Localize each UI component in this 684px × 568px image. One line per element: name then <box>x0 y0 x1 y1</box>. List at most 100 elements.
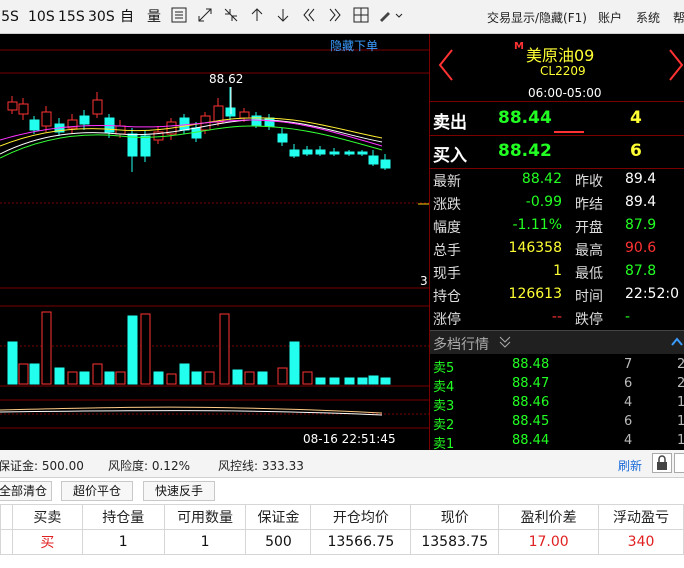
trade-panel: 保证金: 500.00 风险度: 0.12% 风控线: 333.33 刷新 全部… <box>0 450 684 568</box>
volume-bar <box>329 377 340 385</box>
col-header[interactable]: 盈利价差 <box>498 504 600 530</box>
buy-price[interactable]: 88.42 <box>498 141 552 161</box>
volume-bar <box>104 371 115 385</box>
arrow-up-icon[interactable] <box>248 7 266 27</box>
candle-body <box>7 101 18 111</box>
account-menu[interactable]: 账户 <box>598 9 622 26</box>
stat-label: 昨结 <box>575 197 603 213</box>
col-header[interactable]: 现价 <box>410 504 500 530</box>
volume-group <box>7 311 391 385</box>
prev-contract-icon[interactable] <box>436 48 456 82</box>
stat-label: 幅度 <box>433 220 461 236</box>
quick-reverse-button[interactable]: 快速反手 <box>143 481 215 501</box>
volume-bar <box>140 313 151 385</box>
col-header[interactable]: 浮动盈亏 <box>598 504 684 530</box>
divider <box>430 135 684 136</box>
depth-price: 88.45 <box>512 414 550 429</box>
stat-value: 22:52:0 <box>625 286 679 302</box>
divider <box>430 168 684 169</box>
close-all-button[interactable]: 全部清仓 <box>0 481 52 501</box>
shrink-icon[interactable] <box>222 7 240 27</box>
depth-qty: 4 <box>624 433 633 448</box>
candle-body <box>357 151 368 155</box>
candle-body <box>380 159 391 169</box>
col-header[interactable]: 可用数量 <box>163 504 247 530</box>
stat-value: 88.42 <box>521 171 562 187</box>
table-row[interactable]: 买 1 1 500 13566.75 13583.75 17.00 340 <box>0 529 684 555</box>
expand-icon[interactable] <box>196 7 214 27</box>
volume-bar <box>277 367 288 385</box>
help-menu[interactable]: 帮 <box>673 9 684 26</box>
next-contract-icon[interactable] <box>666 48 684 82</box>
indicator-line <box>0 406 383 414</box>
stat-value: -1.11% <box>512 217 562 233</box>
divider <box>430 101 684 102</box>
col-header[interactable]: 买卖 <box>11 504 83 530</box>
cell-current-price: 13583.75 <box>410 529 500 555</box>
chart-timestamp: 08-16 22:51:45 <box>303 432 396 446</box>
stat-value: -0.99 <box>525 194 562 210</box>
contract-code: CL2209 <box>540 64 586 78</box>
sell-price[interactable]: 88.44 <box>498 108 552 128</box>
scroll-right-icon[interactable] <box>326 7 344 27</box>
period-10s-button[interactable]: 10S <box>28 7 55 27</box>
hide-orders-link[interactable]: 隐藏下单 <box>330 37 378 54</box>
system-menu[interactable]: 系统 <box>636 9 660 26</box>
axis-mark-label: 3 <box>420 274 428 288</box>
candle-body <box>315 149 326 155</box>
stat-label: 跌停 <box>575 312 603 328</box>
stat-value: 87.9 <box>625 217 657 233</box>
stat-value: 87.8 <box>625 263 657 279</box>
table-header-row: 买卖 持仓量 可用数量 保证金 开仓均价 现价 盈利价差 浮动盈亏 <box>0 504 684 530</box>
sell-label: 卖出 <box>433 113 467 133</box>
period-30s-button[interactable]: 30S <box>88 7 115 27</box>
contract-name: 美原油09 <box>526 46 595 65</box>
candle-body <box>344 151 355 155</box>
stat-label: 最新 <box>433 174 461 190</box>
depth-qty: 7 <box>624 357 633 372</box>
stat-label: 涨停 <box>433 312 461 328</box>
volume-bar <box>179 363 190 385</box>
double-chevron-down-icon[interactable] <box>498 335 512 349</box>
settings-icon[interactable] <box>674 453 684 473</box>
draw-tool-icon[interactable] <box>376 7 406 27</box>
arrow-down-icon[interactable] <box>274 7 292 27</box>
depth-extra: 1 <box>677 433 684 448</box>
cell <box>0 529 13 555</box>
volume-bar <box>257 371 268 385</box>
col-header[interactable]: 开仓均价 <box>310 504 412 530</box>
grid-icon[interactable] <box>352 7 370 27</box>
period-5s-button[interactable]: 5S <box>0 7 20 27</box>
auto-button[interactable]: 自 <box>118 7 136 27</box>
stat-value: 1 <box>553 263 562 279</box>
stat-label: 开盘 <box>575 220 603 236</box>
stat-value: -- <box>551 309 562 325</box>
over-price-close-button[interactable]: 超价平仓 <box>61 481 133 501</box>
volume-button[interactable]: 量 <box>145 7 163 27</box>
depth-header[interactable]: 多档行情 <box>430 330 684 354</box>
depth-qty: 6 <box>624 376 633 391</box>
col-header[interactable]: 保证金 <box>245 504 312 530</box>
refresh-link[interactable]: 刷新 <box>618 457 642 474</box>
toggle-trade-display[interactable]: 交易显示/隐藏(F1) <box>487 9 587 26</box>
lock-icon[interactable] <box>652 453 672 473</box>
cell-direction: 买 <box>11 529 83 555</box>
col-header[interactable] <box>0 504 13 530</box>
chevron-up-icon[interactable] <box>670 335 684 349</box>
volume-bar <box>79 371 90 385</box>
candle-body <box>140 135 151 157</box>
indicator-icon[interactable] <box>170 7 188 27</box>
scroll-left-icon[interactable] <box>300 7 318 27</box>
volume-bar <box>115 371 126 385</box>
kline-chart[interactable]: 隐藏下单 88.62 3 08-16 22:51:45 <box>0 34 429 450</box>
candle-body <box>92 99 103 115</box>
candle-body <box>302 149 313 155</box>
period-15s-button[interactable]: 15S <box>58 7 85 27</box>
risk-text: 风险度: 0.12% <box>108 459 190 473</box>
depth-extra: 1 <box>677 414 684 429</box>
candle-body <box>104 117 115 133</box>
stat-value: - <box>625 309 631 325</box>
col-header[interactable]: 持仓量 <box>81 504 165 530</box>
candle-body <box>41 111 52 127</box>
candle-body <box>29 119 40 131</box>
